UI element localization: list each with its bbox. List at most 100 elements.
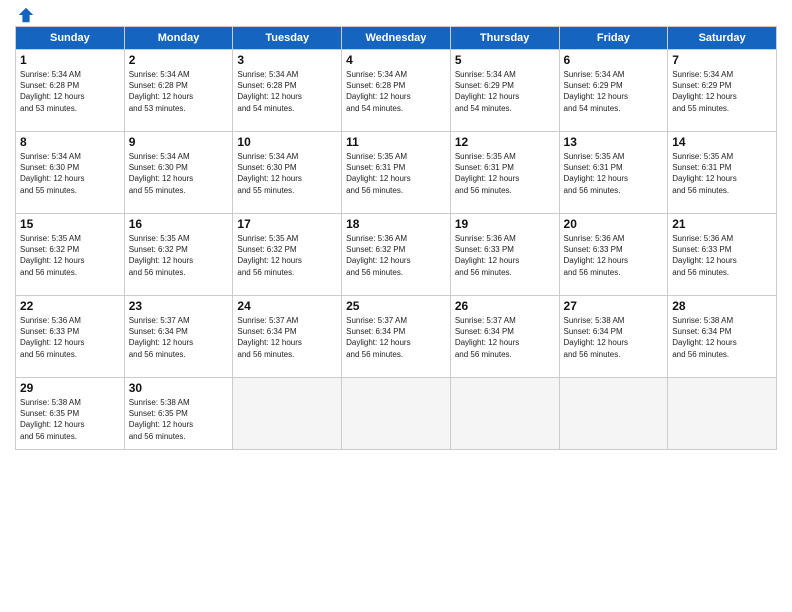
calendar-cell: 16 Sunrise: 5:35 AM Sunset: 6:32 PM Dayli…: [124, 214, 233, 296]
calendar-header-row: SundayMondayTuesdayWednesdayThursdayFrid…: [16, 27, 777, 50]
calendar-cell: 4 Sunrise: 5:34 AM Sunset: 6:28 PM Daylig…: [342, 50, 451, 132]
day-number: 14: [672, 135, 772, 149]
day-number: 21: [672, 217, 772, 231]
day-number: 4: [346, 53, 446, 67]
calendar-cell: 1Sunrise: 5:34 AM Sunset: 6:28 PM Daylig…: [16, 50, 125, 132]
logo-icon: [17, 6, 35, 24]
calendar-cell: 25Sunrise: 5:37 AM Sunset: 6:34 PM Dayli…: [342, 296, 451, 378]
day-number: 22: [20, 299, 120, 313]
day-info: Sunrise: 5:36 AM Sunset: 6:33 PM Dayligh…: [672, 233, 772, 278]
calendar-cell: 9Sunrise: 5:34 AM Sunset: 6:30 PM Daylig…: [124, 132, 233, 214]
day-info: Sunrise: 5:38 AM Sunset: 6:35 PM Dayligh…: [20, 397, 120, 442]
day-number: 7: [672, 53, 772, 67]
calendar-week-4: 22 Sunrise: 5:36 AM Sunset: 6:33 PM Dayli…: [16, 296, 777, 378]
calendar-week-5: 29 Sunrise: 5:38 AM Sunset: 6:35 PM Dayli…: [16, 378, 777, 450]
day-info: Sunrise: 5:37 AM Sunset: 6:34 PM Dayligh…: [129, 315, 229, 360]
day-info: Sunrise: 5:37 AM Sunset: 6:34 PM Dayligh…: [237, 315, 337, 360]
calendar-cell: 23 Sunrise: 5:37 AM Sunset: 6:34 PM Dayli…: [124, 296, 233, 378]
calendar-week-3: 15 Sunrise: 5:35 AM Sunset: 6:32 PM Dayli…: [16, 214, 777, 296]
day-info: Sunrise: 5:34 AM Sunset: 6:30 PM Dayligh…: [237, 151, 337, 196]
calendar-header-tuesday: Tuesday: [233, 27, 342, 50]
day-number: 12: [455, 135, 555, 149]
calendar-table: SundayMondayTuesdayWednesdayThursdayFrid…: [15, 26, 777, 450]
calendar-cell: 3 Sunrise: 5:34 AM Sunset: 6:28 PM Daylig…: [233, 50, 342, 132]
day-info: Sunrise: 5:38 AM Sunset: 6:34 PM Dayligh…: [672, 315, 772, 360]
day-number: 30: [129, 381, 229, 395]
day-number: 2: [129, 53, 229, 67]
day-info: Sunrise: 5:34 AM Sunset: 6:29 PM Dayligh…: [455, 69, 555, 114]
day-number: 18: [346, 217, 446, 231]
calendar-cell: 20 Sunrise: 5:36 AM Sunset: 6:33 PM Dayli…: [559, 214, 668, 296]
day-info: Sunrise: 5:35 AM Sunset: 6:32 PM Dayligh…: [129, 233, 229, 278]
day-number: 16: [129, 217, 229, 231]
calendar-cell: 29 Sunrise: 5:38 AM Sunset: 6:35 PM Dayli…: [16, 378, 125, 450]
day-info: Sunrise: 5:34 AM Sunset: 6:28 PM Dayligh…: [129, 69, 229, 114]
day-number: 20: [564, 217, 664, 231]
day-number: 19: [455, 217, 555, 231]
calendar-cell: 18 Sunrise: 5:36 AM Sunset: 6:32 PM Dayli…: [342, 214, 451, 296]
day-info: Sunrise: 5:36 AM Sunset: 6:33 PM Dayligh…: [455, 233, 555, 278]
day-info: Sunrise: 5:35 AM Sunset: 6:32 PM Dayligh…: [237, 233, 337, 278]
day-info: Sunrise: 5:37 AM Sunset: 6:34 PM Dayligh…: [455, 315, 555, 360]
header: [15, 10, 777, 20]
day-info: Sunrise: 5:34 AM Sunset: 6:29 PM Dayligh…: [672, 69, 772, 114]
calendar-cell: 12 Sunrise: 5:35 AM Sunset: 6:31 PM Dayli…: [450, 132, 559, 214]
calendar-header-sunday: Sunday: [16, 27, 125, 50]
day-number: 25: [346, 299, 446, 313]
calendar-week-1: 1 Sunrise: 5:34 AM Sunset: 6:28 PM Daylig…: [16, 50, 777, 132]
calendar-cell: [342, 378, 451, 450]
calendar-cell: 19 Sunrise: 5:36 AM Sunset: 6:33 PM Dayli…: [450, 214, 559, 296]
calendar-cell: 15 Sunrise: 5:35 AM Sunset: 6:32 PM Dayli…: [16, 214, 125, 296]
day-number: 9: [129, 135, 229, 149]
calendar-cell: 17 Sunrise: 5:35 AM Sunset: 6:32 PM Dayli…: [233, 214, 342, 296]
day-info: Sunrise: 5:34 AM Sunset: 6:28 PM Dayligh…: [237, 69, 337, 114]
calendar-cell: 27Sunrise: 5:38 AM Sunset: 6:34 PM Dayli…: [559, 296, 668, 378]
day-number: 8: [20, 135, 120, 149]
calendar-cell: [233, 378, 342, 450]
day-number: 26: [455, 299, 555, 313]
calendar-header-monday: Monday: [124, 27, 233, 50]
day-number: 10: [237, 135, 337, 149]
calendar-page: SundayMondayTuesdayWednesdayThursdayFrid…: [0, 0, 792, 612]
day-number: 1: [20, 53, 120, 67]
day-number: 23: [129, 299, 229, 313]
calendar-cell: 24 Sunrise: 5:37 AM Sunset: 6:34 PM Dayli…: [233, 296, 342, 378]
day-info: Sunrise: 5:35 AM Sunset: 6:31 PM Dayligh…: [672, 151, 772, 196]
calendar-header-friday: Friday: [559, 27, 668, 50]
day-number: 5: [455, 53, 555, 67]
day-info: Sunrise: 5:35 AM Sunset: 6:31 PM Dayligh…: [346, 151, 446, 196]
day-info: Sunrise: 5:36 AM Sunset: 6:33 PM Dayligh…: [20, 315, 120, 360]
calendar-cell: 30 Sunrise: 5:38 AM Sunset: 6:35 PM Dayli…: [124, 378, 233, 450]
calendar-header-thursday: Thursday: [450, 27, 559, 50]
calendar-week-2: 8 Sunrise: 5:34 AM Sunset: 6:30 PM Daylig…: [16, 132, 777, 214]
day-number: 6: [564, 53, 664, 67]
calendar-header-wednesday: Wednesday: [342, 27, 451, 50]
day-number: 3: [237, 53, 337, 67]
calendar-cell: 22 Sunrise: 5:36 AM Sunset: 6:33 PM Dayli…: [16, 296, 125, 378]
calendar-cell: 2 Sunrise: 5:34 AM Sunset: 6:28 PM Daylig…: [124, 50, 233, 132]
day-number: 11: [346, 135, 446, 149]
day-number: 24: [237, 299, 337, 313]
day-info: Sunrise: 5:35 AM Sunset: 6:31 PM Dayligh…: [455, 151, 555, 196]
calendar-cell: 6Sunrise: 5:34 AM Sunset: 6:29 PM Daylig…: [559, 50, 668, 132]
calendar-cell: [668, 378, 777, 450]
day-info: Sunrise: 5:35 AM Sunset: 6:31 PM Dayligh…: [564, 151, 664, 196]
day-info: Sunrise: 5:38 AM Sunset: 6:35 PM Dayligh…: [129, 397, 229, 442]
day-number: 17: [237, 217, 337, 231]
day-number: 27: [564, 299, 664, 313]
day-info: Sunrise: 5:35 AM Sunset: 6:32 PM Dayligh…: [20, 233, 120, 278]
calendar-cell: 21 Sunrise: 5:36 AM Sunset: 6:33 PM Dayli…: [668, 214, 777, 296]
day-number: 28: [672, 299, 772, 313]
day-info: Sunrise: 5:36 AM Sunset: 6:32 PM Dayligh…: [346, 233, 446, 278]
day-info: Sunrise: 5:34 AM Sunset: 6:28 PM Dayligh…: [346, 69, 446, 114]
calendar-cell: 28 Sunrise: 5:38 AM Sunset: 6:34 PM Dayli…: [668, 296, 777, 378]
day-info: Sunrise: 5:36 AM Sunset: 6:33 PM Dayligh…: [564, 233, 664, 278]
calendar-cell: 14 Sunrise: 5:35 AM Sunset: 6:31 PM Dayli…: [668, 132, 777, 214]
calendar-cell: 11 Sunrise: 5:35 AM Sunset: 6:31 PM Dayli…: [342, 132, 451, 214]
calendar-cell: [450, 378, 559, 450]
day-number: 15: [20, 217, 120, 231]
day-info: Sunrise: 5:34 AM Sunset: 6:30 PM Dayligh…: [20, 151, 120, 196]
calendar-cell: 7 Sunrise: 5:34 AM Sunset: 6:29 PM Daylig…: [668, 50, 777, 132]
calendar-cell: [559, 378, 668, 450]
day-number: 29: [20, 381, 120, 395]
